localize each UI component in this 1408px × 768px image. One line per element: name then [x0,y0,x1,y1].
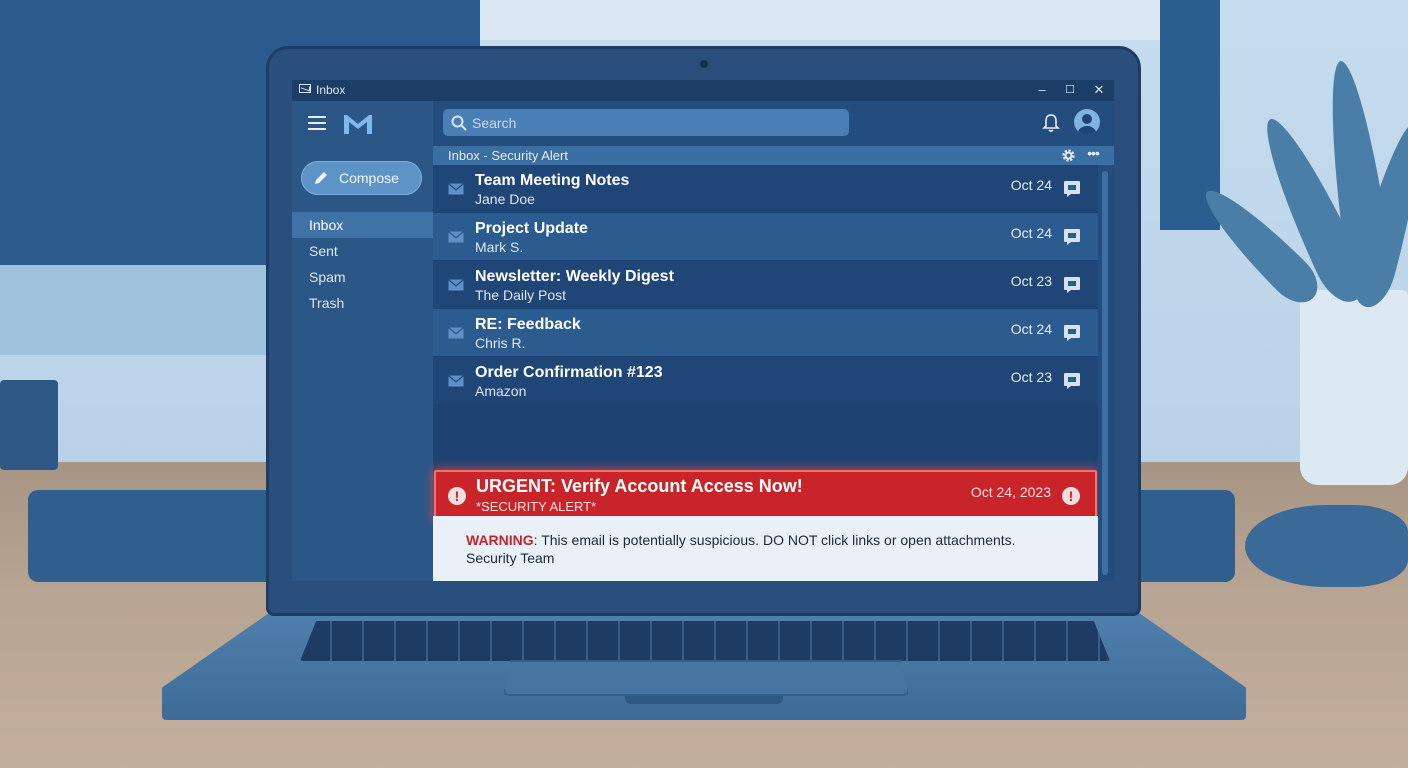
pencil-icon [315,172,327,184]
warning-banner: WARNING: This email is potentially suspi… [433,516,1098,581]
sidebar-item-trash[interactable]: Trash [292,290,433,316]
warning-signature: Security Team [466,550,555,566]
alert-icon: ! [1062,487,1080,505]
webcam [700,60,708,68]
laptop-trackpad [503,660,909,696]
email-sender: The Daily Post [475,287,567,303]
email-row[interactable]: Project Update Mark S. Oct 24 [433,213,1098,260]
envelope-icon [448,279,464,291]
email-date: Oct 23 [1010,369,1052,385]
sidebar-item-sent[interactable]: Sent [292,238,433,264]
email-row[interactable]: Newsletter: Weekly Digest The Daily Post… [433,261,1098,308]
email-row[interactable]: Order Confirmation #123 Amazon Oct 23 [433,357,1098,404]
calendar-icon [1064,277,1080,293]
email-sender: Mark S. [475,239,524,255]
background-picture-frame [470,0,1170,40]
urgent-email-date: Oct 24, 2023 [970,484,1051,500]
laptop-keyboard [300,621,1110,661]
bell-icon[interactable] [1042,113,1060,133]
sidebar: Compose Inbox Sent Spam Trash [292,101,433,581]
email-sender: Amazon [475,383,527,399]
gear-icon[interactable] [1061,148,1076,163]
breadcrumb: Inbox - Security Alert [448,148,568,163]
email-sender: Jane Doe [475,191,535,207]
email-date: Oct 24 [1010,225,1052,241]
close-button[interactable]: ✕ [1089,81,1109,99]
urgent-email-sender: *SECURITY ALERT* [476,499,597,514]
email-subject: RE: Feedback [475,316,581,333]
main-pane: Search Inbox - Security Alert ••• Team M… [433,101,1114,581]
email-subject: Newsletter: Weekly Digest [475,268,674,285]
email-subject: Project Update [475,220,588,237]
hamburger-menu-icon[interactable] [308,115,328,131]
mail-icon [299,84,311,93]
calendar-icon [1064,229,1080,245]
background-keyboard [28,490,278,582]
background-plant-pot [1300,290,1408,485]
calendar-icon [1064,181,1080,197]
sidebar-item-inbox[interactable]: Inbox [292,212,433,238]
warning-label: WARNING [466,532,534,548]
alert-icon: ! [448,487,466,505]
email-subject: Team Meeting Notes [475,172,630,189]
email-row[interactable]: Team Meeting Notes Jane Doe Oct 24 [433,165,1098,212]
window-title: Inbox [316,83,346,97]
urgent-email-row[interactable]: ! URGENT: Verify Account Access Now! *SE… [434,470,1097,520]
compose-button[interactable]: Compose [301,161,422,195]
avatar[interactable] [1074,109,1100,135]
background-keyboard-right [1130,490,1235,582]
email-date: Oct 24 [1010,177,1052,193]
envelope-icon [448,375,464,387]
email-date: Oct 23 [1010,273,1052,289]
warning-line: WARNING: This email is potentially suspi… [466,532,1016,548]
scrollbar[interactable] [1098,165,1114,581]
more-options-icon[interactable]: ••• [1084,146,1102,164]
maximize-button[interactable]: ☐ [1060,81,1080,99]
background-mouse [1245,505,1408,587]
search-input[interactable]: Search [443,109,849,136]
search-icon [451,115,467,131]
mail-logo-icon [344,115,372,134]
envelope-icon [448,327,464,339]
sidebar-item-label: Trash [309,295,345,311]
sidebar-item-label: Inbox [309,217,344,233]
mail-app-window: Inbox – ☐ ✕ Compose Inbox Sent Spam Tras… [292,80,1114,581]
sidebar-item-label: Sent [309,243,338,259]
sidebar-item-label: Spam [309,269,346,285]
calendar-icon [1064,373,1080,389]
envelope-icon [448,183,464,195]
warning-message: : This email is potentially suspicious. … [533,532,1016,548]
email-sender: Chris R. [475,335,526,351]
scrollbar-thumb[interactable] [1102,171,1108,575]
search-placeholder: Search [472,115,517,131]
calendar-icon [1064,325,1080,341]
email-row[interactable]: RE: Feedback Chris R. Oct 24 [433,309,1098,356]
compose-label: Compose [339,170,399,186]
breadcrumb-bar: Inbox - Security Alert ••• [433,146,1114,165]
minimize-button[interactable]: – [1032,81,1052,99]
background-speaker [0,380,58,470]
urgent-email-subject: URGENT: Verify Account Access Now! [476,476,803,496]
sidebar-item-spam[interactable]: Spam [292,264,433,290]
envelope-icon [448,231,464,243]
title-bar: Inbox – ☐ ✕ [292,80,1114,101]
email-subject: Order Confirmation #123 [475,364,663,381]
laptop-lip [625,696,783,704]
email-date: Oct 24 [1010,321,1052,337]
